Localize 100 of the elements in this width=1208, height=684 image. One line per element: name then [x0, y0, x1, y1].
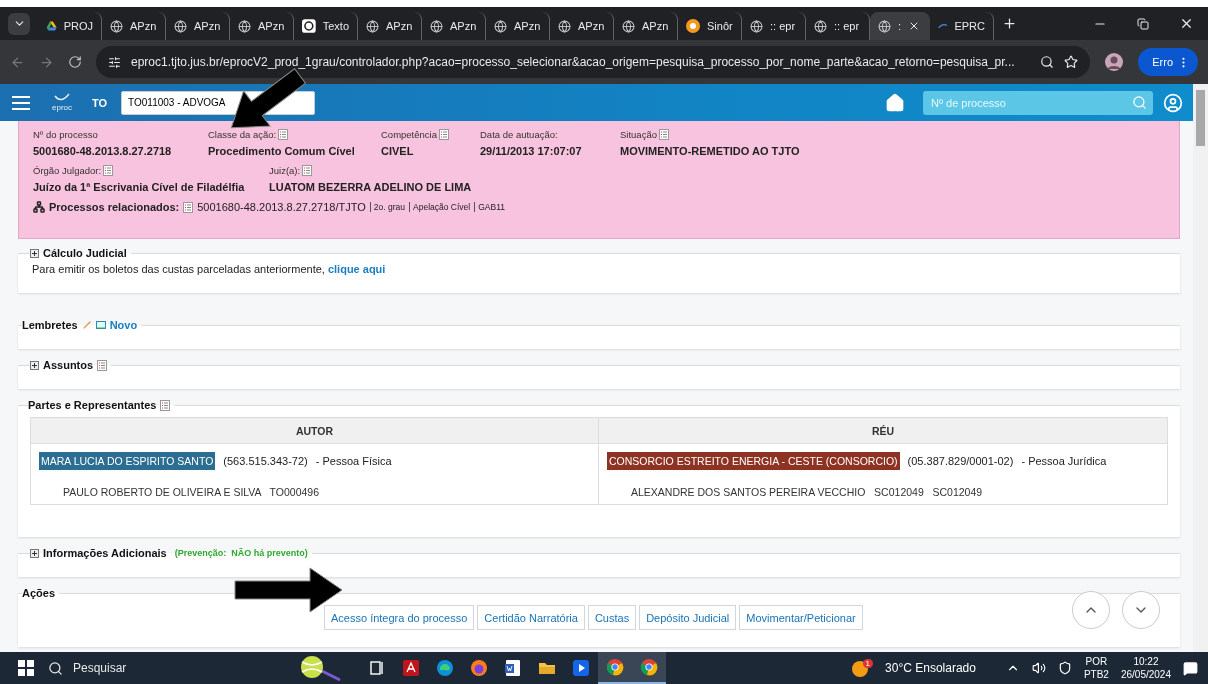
process-search-field[interactable]: Nº de processo	[929, 95, 1132, 110]
list-icon[interactable]	[103, 165, 114, 176]
related-process-detail: GAB11	[474, 202, 505, 212]
browser-tab[interactable]: :	[870, 12, 930, 40]
list-icon[interactable]	[302, 165, 313, 176]
wave-logo-icon	[938, 21, 948, 31]
representative: ALEXANDRE DOS SANTOS PEREIRA VECCHIO SC012049 SC012049	[630, 486, 984, 498]
triangle-logo-icon	[46, 20, 57, 32]
globe-icon	[366, 19, 379, 33]
avatar-icon[interactable]	[1104, 52, 1125, 72]
clock-date[interactable]: 26/05/2024	[1120, 668, 1171, 681]
weather-badge: 1	[862, 659, 874, 668]
field-label: Data de autuação:	[480, 129, 558, 140]
list-icon[interactable]	[439, 129, 449, 140]
language-indicator[interactable]: POR	[1085, 655, 1108, 668]
site-settings-icon[interactable]	[108, 55, 121, 69]
list-icon[interactable]	[160, 399, 171, 411]
section-title: Cálculo Judicial	[43, 247, 127, 259]
zoom-icon[interactable]	[1040, 55, 1055, 69]
taskbar-search[interactable]: Pesquisar	[34, 660, 198, 676]
field-value: MOVIMENTO-REMETIDO AO TJTO	[620, 145, 800, 157]
hierarchy-icon	[33, 201, 45, 213]
play-app-icon[interactable]	[572, 659, 590, 677]
notification-icon[interactable]	[1183, 660, 1198, 676]
process-search-box[interactable]: Nº de processo	[923, 90, 1153, 115]
back-icon[interactable]	[10, 54, 25, 70]
field-value: Procedimento Comum Cível	[208, 145, 355, 157]
field-label: Classe da ação:	[208, 129, 289, 140]
field-value: CIVEL	[381, 145, 414, 157]
speaker-icon[interactable]	[1031, 661, 1046, 675]
party-document: (563.515.343-72)	[223, 455, 308, 467]
expand-icon[interactable]	[30, 548, 39, 558]
task-view-icon[interactable]	[368, 659, 386, 677]
menu-icon[interactable]	[12, 95, 30, 110]
related-label: Processos relacionados:	[49, 201, 180, 213]
shield-icon[interactable]	[1057, 661, 1072, 675]
globe-icon	[494, 19, 507, 33]
expand-icon[interactable]	[30, 360, 39, 370]
field-value: Juízo da 1ª Escrivania Cível de Filadélfia	[33, 181, 245, 193]
party-type: - Pessoa Física	[315, 455, 392, 467]
globe-icon	[174, 19, 187, 33]
user-icon[interactable]	[1163, 92, 1183, 113]
forward-icon[interactable]	[39, 54, 54, 70]
reload-icon[interactable]	[68, 55, 82, 69]
list-icon[interactable]	[97, 359, 108, 371]
note-icon[interactable]	[95, 320, 106, 330]
list-icon[interactable]	[278, 129, 289, 140]
windows-start-icon[interactable]	[18, 660, 34, 676]
party-type: - Pessoa Jurídica	[1021, 455, 1107, 467]
column-header: AUTOR	[31, 418, 599, 444]
related-process-number: 5001680-48.2013.8.27.2718/TJTO	[197, 201, 366, 213]
fox-browser-icon[interactable]	[470, 659, 488, 677]
circle-logo-icon	[686, 19, 700, 33]
bookmark-icon[interactable]	[1064, 55, 1079, 69]
action-button[interactable]: Certidão Narratória	[477, 605, 585, 630]
home-icon[interactable]	[885, 92, 905, 113]
pdf-app-icon[interactable]	[402, 659, 420, 677]
action-button[interactable]: Depósito Judicial	[639, 605, 737, 630]
close-icon[interactable]	[1179, 16, 1194, 31]
field-value: LUATOM BEZERRA ADELINO DE LIMA	[269, 181, 472, 193]
chrome-icon[interactable]	[606, 658, 624, 676]
action-button[interactable]: Custas	[587, 605, 637, 630]
section-title: Partes e Representantes	[28, 399, 157, 411]
clock-time[interactable]: 10:22	[1133, 655, 1159, 668]
party-name[interactable]: CONSORCIO ESTREITO ENERGIA - CESTE (CONSORCIO)	[607, 452, 900, 470]
address-bar[interactable]: eproc1.tjto.jus.br/eprocV2_prod_1grau/controlador.php?acao=processo_selecionar&acao_origem=pesquisa_processo_por_nome_parte&acao_retorno=pesquisa_pr...	[96, 46, 1091, 78]
swirl-browser-icon[interactable]	[436, 659, 454, 677]
field-label: Nº do processo	[33, 129, 98, 140]
globe-icon	[430, 19, 443, 33]
eproc-logo[interactable]: eproc	[46, 93, 78, 112]
globe-icon	[558, 19, 571, 33]
section-title: Assuntos	[43, 359, 94, 371]
expand-icon[interactable]	[30, 248, 39, 258]
click-here-link[interactable]: clique aqui	[327, 263, 386, 275]
section-title: Informações Adicionais	[43, 547, 167, 559]
list-icon[interactable]	[183, 201, 194, 213]
scrollbar[interactable]	[1193, 84, 1208, 652]
new-reminder-link[interactable]: Novo	[109, 319, 138, 331]
field-value: 29/11/2013 17:07:07	[480, 145, 582, 157]
field-label: Órgão Julgador:	[33, 165, 114, 176]
restore-icon[interactable]	[1137, 17, 1149, 30]
tab-search-button[interactable]	[8, 12, 30, 35]
field-label: Competência	[381, 129, 449, 140]
chrome-icon[interactable]	[640, 658, 658, 676]
weather-sun-icon	[850, 658, 871, 678]
search-icon[interactable]	[48, 660, 63, 676]
new-tab-icon[interactable]	[1002, 16, 1017, 31]
action-button[interactable]: Acesso íntegra do processo	[324, 605, 475, 630]
weather-text[interactable]: 30°C Ensolarado	[885, 661, 976, 675]
profile-button[interactable]: Erro	[1138, 48, 1198, 76]
related-process-detail: 2o. grau	[369, 202, 406, 212]
list-icon[interactable]	[659, 129, 669, 140]
document-app-icon[interactable]	[504, 659, 522, 677]
language-indicator[interactable]: PTB2	[1083, 668, 1109, 681]
field-label: Situação	[620, 129, 669, 140]
knot-logo-icon	[302, 19, 316, 33]
related-process-detail: Apelação Cível	[409, 202, 471, 212]
party-name[interactable]: MARA LUCIA DO ESPIRITO SANTO	[39, 452, 216, 470]
section-text: Para emitir os boletos das custas parceladas anteriormente, clique aqui	[32, 263, 386, 275]
action-button[interactable]: Movimentar/Peticionar	[739, 605, 863, 630]
